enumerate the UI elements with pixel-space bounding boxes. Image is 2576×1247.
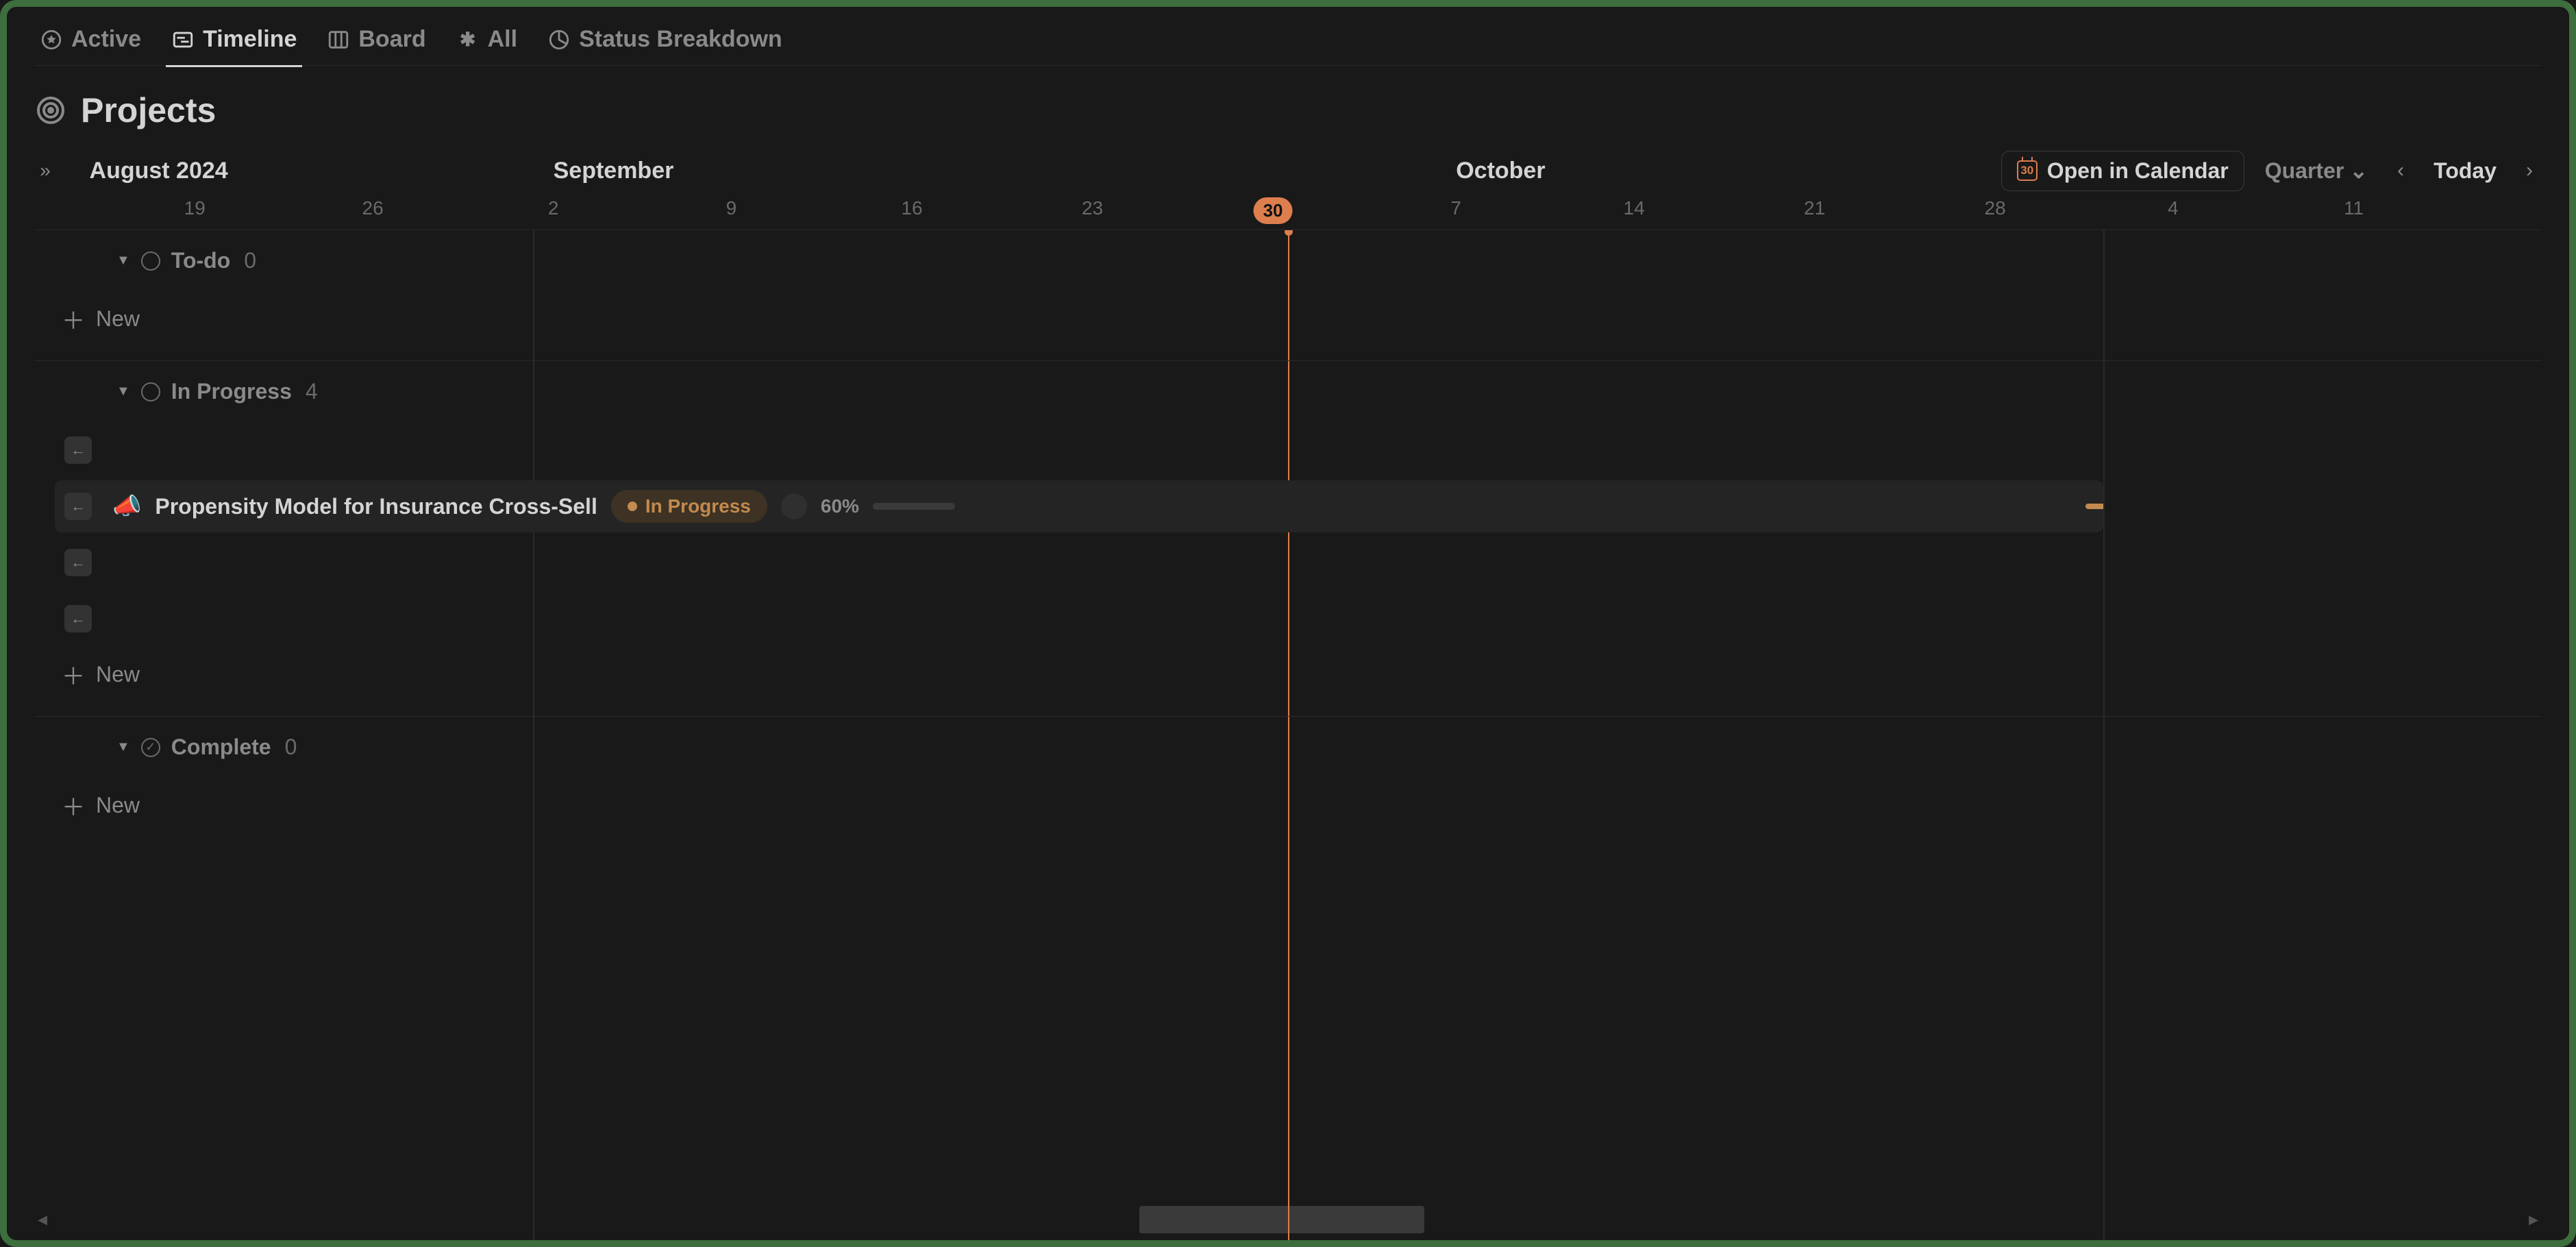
month-label: September xyxy=(554,158,674,184)
scroll-left-button[interactable]: ◀ xyxy=(34,1211,51,1228)
tab-all[interactable]: ✱ All xyxy=(451,19,523,67)
group-header-todo[interactable]: ▼ To-do 0 xyxy=(34,230,2542,291)
page-title: Projects xyxy=(81,90,216,130)
open-calendar-label: Open in Calendar xyxy=(2047,158,2229,184)
offscreen-left-arrow[interactable]: ← xyxy=(64,605,92,632)
timeline-row: 📣 Propensity Model for Insurance Cross-S… xyxy=(34,478,2542,534)
tab-label: Board xyxy=(358,26,425,53)
tab-label: All xyxy=(488,26,517,53)
day-tick: 19 xyxy=(184,197,206,219)
range-label: Quarter xyxy=(2265,158,2344,184)
offscreen-left-arrow[interactable]: ← xyxy=(64,493,92,520)
range-selector[interactable]: Quarter ⌄ xyxy=(2258,151,2375,190)
date-ruler: 19 26 2 9 16 23 30 7 14 21 28 4 11 xyxy=(34,189,2542,230)
group-label: To-do xyxy=(171,248,230,273)
group-count: 0 xyxy=(285,734,297,760)
today-marker: 30 xyxy=(1254,197,1293,224)
group-count: 4 xyxy=(306,379,318,404)
board-icon xyxy=(327,28,350,51)
timeline-row: ← xyxy=(34,422,2542,478)
day-tick: 21 xyxy=(1804,197,1825,219)
new-item-in-progress[interactable]: ＋ New xyxy=(34,647,2542,717)
month-label: October xyxy=(1456,158,1545,184)
status-ring-todo xyxy=(141,251,160,271)
collapse-toggle[interactable]: ▼ xyxy=(116,739,130,755)
next-button[interactable]: › xyxy=(2517,158,2542,183)
day-tick: 28 xyxy=(1985,197,2006,219)
tab-status-breakdown[interactable]: Status Breakdown xyxy=(542,19,788,67)
group-label: In Progress xyxy=(171,379,292,404)
day-tick: 2 xyxy=(548,197,559,219)
group-label: Complete xyxy=(171,734,271,760)
prev-button[interactable]: ‹ xyxy=(2388,158,2413,183)
day-tick: 16 xyxy=(901,197,922,219)
scroll-thumb[interactable] xyxy=(1139,1206,1424,1233)
group-header-in-progress[interactable]: ▼ In Progress 4 xyxy=(34,361,2542,422)
month-label: August 2024 xyxy=(90,158,228,184)
plus-icon: ＋ xyxy=(62,658,85,691)
plus-icon: ＋ xyxy=(62,789,85,822)
card-end-handle[interactable] xyxy=(2085,504,2103,509)
scroll-right-button[interactable]: ▶ xyxy=(2525,1211,2542,1228)
timeline-toolbar: » August 2024 September October 30 Open in… xyxy=(34,141,2542,189)
collapse-toggle[interactable]: ▼ xyxy=(116,253,130,269)
project-name: Propensity Model for Insurance Cross-Sel… xyxy=(155,494,597,519)
group-header-complete[interactable]: ▼ ✓ Complete 0 xyxy=(34,717,2542,778)
group-count: 0 xyxy=(244,248,256,273)
status-label: In Progress xyxy=(645,495,751,517)
status-dot-icon xyxy=(628,502,637,511)
status-ring-in-progress xyxy=(141,382,160,402)
tab-label: Timeline xyxy=(203,26,297,53)
chevron-down-icon: ⌄ xyxy=(2349,158,2368,184)
plus-icon: ＋ xyxy=(62,302,85,336)
new-label: New xyxy=(96,662,140,687)
pie-icon xyxy=(547,28,571,51)
timeline-row: ← xyxy=(34,591,2542,647)
today-button[interactable]: Today xyxy=(2427,153,2503,189)
sparkle-icon: ✱ xyxy=(456,28,480,51)
page-title-row: Projects xyxy=(34,66,2542,141)
timeline-row: ← xyxy=(34,534,2542,591)
day-tick: 9 xyxy=(726,197,737,219)
day-tick: 4 xyxy=(2168,197,2179,219)
calendar-icon: 30 xyxy=(2017,160,2038,181)
new-label: New xyxy=(96,793,140,818)
star-icon xyxy=(40,28,63,51)
tab-active[interactable]: Active xyxy=(34,19,147,67)
day-tick: 26 xyxy=(362,197,384,219)
tab-timeline[interactable]: Timeline xyxy=(166,19,302,67)
open-in-calendar-button[interactable]: 30 Open in Calendar xyxy=(2001,151,2244,191)
timeline-body: ▼ To-do 0 ＋ New ▼ In Progress 4 ← 📣 Prop… xyxy=(34,230,2542,1240)
project-card[interactable]: 📣 Propensity Model for Insurance Cross-S… xyxy=(55,480,2103,532)
status-ring-complete: ✓ xyxy=(141,738,160,757)
tab-label: Active xyxy=(71,26,141,53)
new-item-complete[interactable]: ＋ New xyxy=(34,778,2542,847)
offscreen-left-arrow[interactable]: ← xyxy=(64,549,92,576)
offscreen-left-arrow[interactable]: ← xyxy=(64,436,92,464)
day-tick: 7 xyxy=(1450,197,1461,219)
new-label: New xyxy=(96,306,140,332)
tab-label: Status Breakdown xyxy=(579,26,782,53)
new-item-todo[interactable]: ＋ New xyxy=(34,291,2542,361)
target-icon xyxy=(34,94,67,127)
tab-board[interactable]: Board xyxy=(321,19,431,67)
project-emoji: 📣 xyxy=(112,493,141,520)
day-tick: 11 xyxy=(2344,197,2364,219)
day-tick: 14 xyxy=(1624,197,1645,219)
status-pill: In Progress xyxy=(611,490,767,523)
expand-sidebar-button[interactable]: » xyxy=(34,160,56,182)
progress-percent: 60% xyxy=(821,495,859,517)
collapse-toggle[interactable]: ▼ xyxy=(116,384,130,399)
progress-bar xyxy=(873,503,955,510)
day-tick: 23 xyxy=(1082,197,1103,219)
assignee-avatar[interactable] xyxy=(781,493,807,519)
timeline-icon xyxy=(171,28,195,51)
view-tabs: Active Timeline Board ✱ All Status Break… xyxy=(34,7,2542,66)
